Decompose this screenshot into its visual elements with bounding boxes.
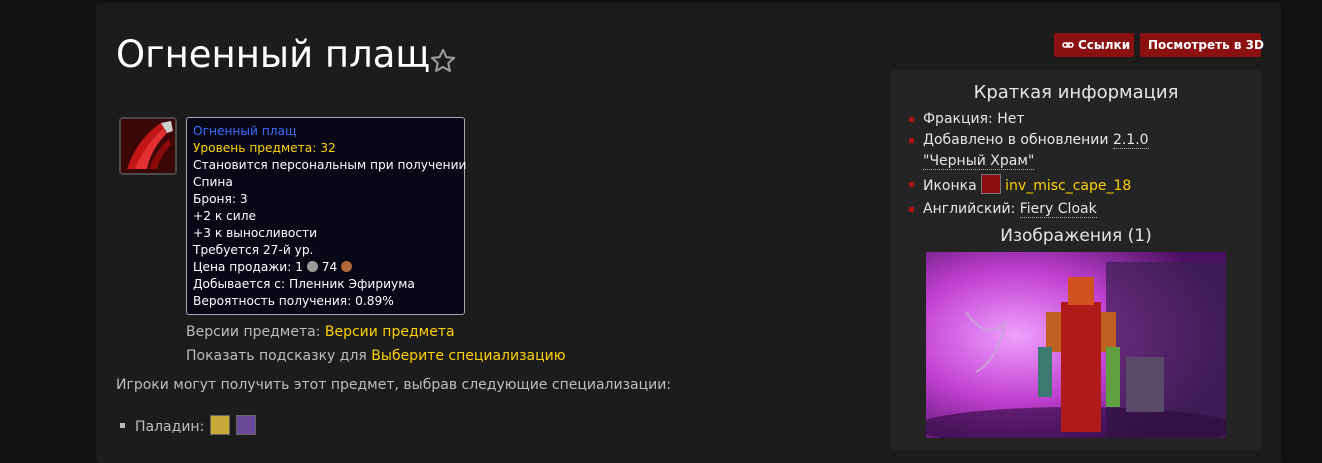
item-versions-line: Версии предмета: Версии предмета (186, 324, 455, 340)
tooltip-stat-stamina: +3 к выносливости (193, 226, 318, 240)
tooltip-sell-price: Цена продажи: 1 74 (193, 259, 458, 276)
info-english: Английский: Fiery Cloak (909, 199, 1209, 220)
english-name-link[interactable]: Fiery Cloak (1019, 201, 1097, 218)
silver-coin-icon (306, 261, 318, 272)
screenshot-thumbnail[interactable] (926, 252, 1226, 438)
view-3d-button[interactable]: Посмотреть в 3D (1140, 33, 1264, 57)
protection-spec-icon[interactable] (236, 415, 257, 435)
tooltip-slot: Спина (193, 175, 233, 189)
tooltip-drop-source: Добывается с: Пленник Эфириума (193, 277, 415, 291)
tooltip-item-name: Огненный плащ (193, 124, 297, 138)
item-versions-label: Версии предмета: (186, 324, 325, 340)
item-icon[interactable] (119, 117, 177, 175)
link-icon (1062, 42, 1074, 48)
specs-intro: Игроки могут получить этот предмет, выбр… (116, 377, 672, 393)
english-text: Английский: Fiery Cloak (923, 199, 1209, 220)
item-versions-link[interactable]: Версии предмета (325, 324, 455, 340)
star-outline-icon[interactable] (429, 47, 457, 75)
bullet (909, 207, 914, 212)
tooltip-drop-chance: Вероятность получения: 0.89% (193, 294, 394, 308)
bullet (120, 423, 125, 428)
cape-icon (121, 119, 175, 173)
bullet (909, 182, 914, 187)
icon-label: Иконка (923, 178, 982, 194)
item-tooltip: Огненный плащ Уровень предмета: 32 Стано… (186, 117, 467, 315)
tooltip-armor: Броня: 3 (193, 192, 248, 206)
sell-price-label: Цена продажи: (193, 260, 296, 274)
bullet (909, 117, 914, 122)
images-title: Изображения (1) (1000, 226, 1152, 246)
added-text: Добавлено в обновлении 2.1.0 "Черный Хра… (923, 130, 1209, 172)
item-page: Огненный плащ Ссылки Посмотреть в 3D Огн… (96, 3, 1281, 463)
faction-text: Фракция: Нет (923, 111, 1025, 127)
tooltip-spec-line: Показать подсказку для Выберите специали… (186, 348, 566, 364)
tooltip-bind: Становится персональным при получении (193, 158, 467, 172)
bullet (909, 138, 914, 143)
list-item: Паладин: (120, 415, 257, 435)
select-spec-link[interactable]: Выберите специализацию (371, 348, 565, 364)
page-title: Огненный плащ (116, 33, 431, 76)
quick-info-box: Краткая информация Фракция: Нет Добавлен… (891, 70, 1261, 450)
sell-silver-value: 1 (295, 260, 303, 274)
tooltip-spec-label: Показать подсказку для (186, 348, 372, 364)
links-button[interactable]: Ссылки (1054, 33, 1134, 57)
screenshot-image (926, 252, 1226, 438)
quick-info-title: Краткая информация (973, 82, 1179, 103)
copper-coin-icon (341, 261, 353, 272)
links-button-label: Ссылки (1078, 38, 1131, 52)
sell-copper-value: 74 (321, 260, 338, 274)
spec-class-label: Паладин: (135, 419, 205, 435)
spec-list: Паладин: (120, 415, 257, 435)
tooltip-item-level: Уровень предмета: 32 (193, 141, 336, 155)
icon-text: Иконка inv_misc_cape_18 (923, 174, 1209, 197)
info-faction: Фракция: Нет (909, 109, 1209, 130)
info-icon: Иконка inv_misc_cape_18 (909, 174, 1209, 197)
cape-icon (981, 174, 1002, 194)
info-added: Добавлено в обновлении 2.1.0 "Черный Хра… (909, 130, 1209, 172)
english-label: Английский: (923, 201, 1020, 217)
tooltip-stat-strength: +2 к силе (193, 209, 256, 223)
added-label: Добавлено в обновлении (923, 132, 1113, 148)
holy-spec-icon[interactable] (210, 415, 231, 435)
tooltip-requirement: Требуется 27-й ур. (193, 243, 314, 257)
icon-name-link[interactable]: inv_misc_cape_18 (1005, 178, 1131, 194)
